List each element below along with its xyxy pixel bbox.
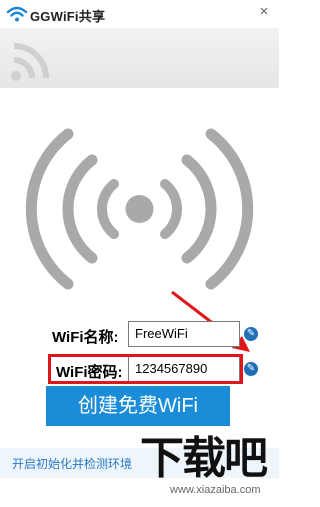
watermark-brand: 下载吧 (140, 433, 268, 484)
password-highlight-box (48, 354, 243, 384)
close-button[interactable]: × (255, 3, 273, 21)
header-band (0, 28, 279, 88)
pencil-icon[interactable]: ✎ (244, 327, 258, 341)
status-text: 开启初始化并检测环境 (12, 457, 133, 471)
wifi-name-field[interactable]: FreeWiFi (128, 321, 240, 347)
title-bar: GGWiFi共享 × (0, 0, 279, 28)
wifi-logo-icon (6, 6, 28, 22)
wifi-name-label: WiFi名称: (52, 329, 119, 346)
hero-area (0, 88, 279, 306)
watermark: 下载吧 www.xiazaiba.com (140, 418, 279, 507)
wifi-name-row: WiFi名称: FreeWiFi ✎ (0, 321, 279, 351)
pencil-icon[interactable]: ✎ (244, 362, 258, 376)
wifi-signal-icon (25, 128, 254, 290)
watermark-url: www.xiazaiba.com (170, 484, 261, 496)
header-wifi-icon (11, 43, 49, 81)
app-title: GGWiFi共享 (30, 9, 106, 24)
